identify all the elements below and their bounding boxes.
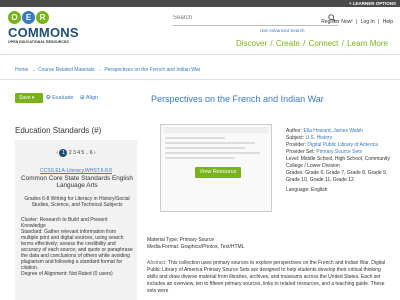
thumbnail-line: [165, 157, 235, 159]
grades-label: Grades:: [286, 170, 304, 176]
account-links: Register Now! | Log In | Help: [320, 19, 394, 25]
pager-page[interactable]: 1: [59, 149, 68, 157]
nav-connect[interactable]: Connect: [309, 39, 339, 48]
breadcrumb-separator: →: [30, 67, 36, 73]
pager-ellipsis: ..: [85, 150, 89, 156]
help-link[interactable]: Help: [383, 19, 393, 25]
abstract-text: This collection uses primary sources to …: [147, 260, 386, 294]
thumbnail-line: [165, 137, 225, 139]
provider-set-label: Provider Set:: [286, 149, 315, 155]
standard-code-link[interactable]: CCSS.ELA-Literacy.WHST.6-8.8: [15, 168, 137, 174]
standard-title: Common Core State Standards English Lang…: [21, 175, 133, 189]
logo-subtitle: OPEN EDUCATIONAL RESOURCES: [8, 40, 69, 44]
evaluate-label: Evaluate: [52, 95, 74, 101]
search-box: [173, 12, 338, 26]
search-input[interactable]: [173, 12, 323, 24]
learner-options-link[interactable]: + LEARNER OPTIONS: [349, 0, 396, 7]
breadcrumb-course-materials[interactable]: Course Related Materials: [38, 67, 94, 73]
login-link[interactable]: Log In: [361, 19, 375, 25]
standard-cluster: Cluster: Research to Build and Present K…: [21, 217, 108, 229]
advanced-search-link[interactable]: Use Advanced Search: [260, 28, 305, 33]
chevron-down-icon: ▾: [31, 95, 35, 101]
nav-create[interactable]: Create: [276, 39, 300, 48]
pager-next-icon[interactable]: ›: [94, 150, 96, 156]
breadcrumb-home[interactable]: Home: [15, 67, 28, 73]
nav-learn-more[interactable]: Learn More: [347, 39, 388, 48]
register-link[interactable]: Register Now!: [321, 19, 352, 25]
resource-thumbnail[interactable]: View Resource: [160, 124, 272, 212]
standard-details: Cluster: Research to Build and Present K…: [21, 217, 133, 277]
separator: |: [378, 19, 380, 25]
nav-separator: /: [341, 39, 344, 48]
material-info: Material Type: Primary Source Media Form…: [147, 237, 244, 251]
save-label: Save: [19, 95, 31, 101]
pager-page[interactable]: 2: [69, 150, 72, 156]
standard-grades: Grades 6-8 Writing for Literacy in Histo…: [24, 196, 130, 208]
material-type-value: Primary Source: [179, 237, 215, 243]
nav-discover[interactable]: Discover: [236, 39, 267, 48]
subject-label: Subject:: [286, 135, 305, 141]
divider: [0, 79, 400, 80]
material-type-label: Material Type:: [147, 237, 179, 243]
subject-link[interactable]: U.S. History: [305, 135, 332, 141]
language-value: English: [311, 187, 328, 193]
pager-page[interactable]: 4: [77, 150, 80, 156]
breadcrumb-separator: →: [96, 67, 102, 73]
save-button[interactable]: Save ▾: [15, 93, 43, 103]
level-label: Level:: [286, 156, 300, 162]
nav-separator: /: [270, 39, 273, 48]
separator: |: [356, 19, 358, 25]
logo-letter-e: E: [22, 11, 35, 24]
evaluate-button[interactable]: ✪ Evaluate: [46, 95, 74, 101]
breadcrumb-current: Perspectives on the French and Indian Wa…: [104, 67, 201, 73]
thumbnail-line: [165, 152, 260, 154]
view-resource-button[interactable]: View Resource: [195, 167, 241, 178]
logo-letter-r: R: [36, 11, 49, 24]
provider-label: Provider:: [286, 142, 307, 148]
oer-commons-logo[interactable]: O E R COMMONS OPEN EDUCATIONAL RESOURCES: [8, 11, 79, 51]
align-label: Align: [85, 95, 99, 101]
author-link[interactable]: Ella Howard, James Walsh: [304, 128, 364, 134]
main-nav: Discover / Create / Connect / Learn More: [235, 39, 388, 48]
media-format-value: Graphics/Photos, Text/HTML: [180, 244, 245, 250]
education-standards-heading: Education Standards (#): [15, 126, 102, 135]
thumbnail-line: [165, 142, 255, 144]
author-label: Author:: [286, 128, 303, 134]
abstract-label: Abstract:: [147, 260, 167, 266]
align-button[interactable]: ⊞ Align: [80, 95, 98, 101]
resource-title: Perspectives on the French and Indian Wa…: [151, 94, 324, 104]
standards-pager: ‹ 1 2 3 4 5 .. 6 ›: [15, 149, 137, 157]
standard-alignment: Degree of Alignment: Not Rated (0 users): [21, 271, 113, 277]
provider-link[interactable]: Digital Public Library of America: [307, 142, 378, 148]
breadcrumb: Home → Course Related Materials → Perspe…: [15, 67, 200, 73]
thumbnail-content: [165, 137, 269, 162]
nav-separator: /: [303, 39, 306, 48]
thumbnail-header: [163, 127, 269, 133]
logo-letter-o: O: [8, 11, 21, 24]
language-label: Language:: [286, 187, 310, 193]
media-format-label: Media Format:: [147, 244, 180, 250]
thumbnail-line: [165, 147, 245, 149]
site-header: O E R COMMONS OPEN EDUCATIONAL RESOURCES…: [0, 7, 400, 55]
logo-title: COMMONS: [8, 25, 79, 40]
pager-page[interactable]: 3: [73, 150, 76, 156]
level-value: Middle School, High School, Community Co…: [286, 156, 390, 169]
pager-page[interactable]: 6: [90, 150, 93, 156]
resource-metadata: Author: Ella Howard, James Walsh Subject…: [286, 128, 396, 194]
standard-text: Standard: Gather relevant information fr…: [21, 229, 133, 271]
resource-abstract: Abstract: This collection uses primary s…: [147, 260, 387, 295]
pager-page[interactable]: 5: [81, 150, 84, 156]
standards-panel: ‹ 1 2 3 4 5 .. 6 › CCSS.ELA-Literacy.WHS…: [15, 140, 137, 300]
provider-set-link[interactable]: Primary Source Sets: [316, 149, 362, 155]
top-bar: + LEARNER OPTIONS: [0, 0, 400, 7]
